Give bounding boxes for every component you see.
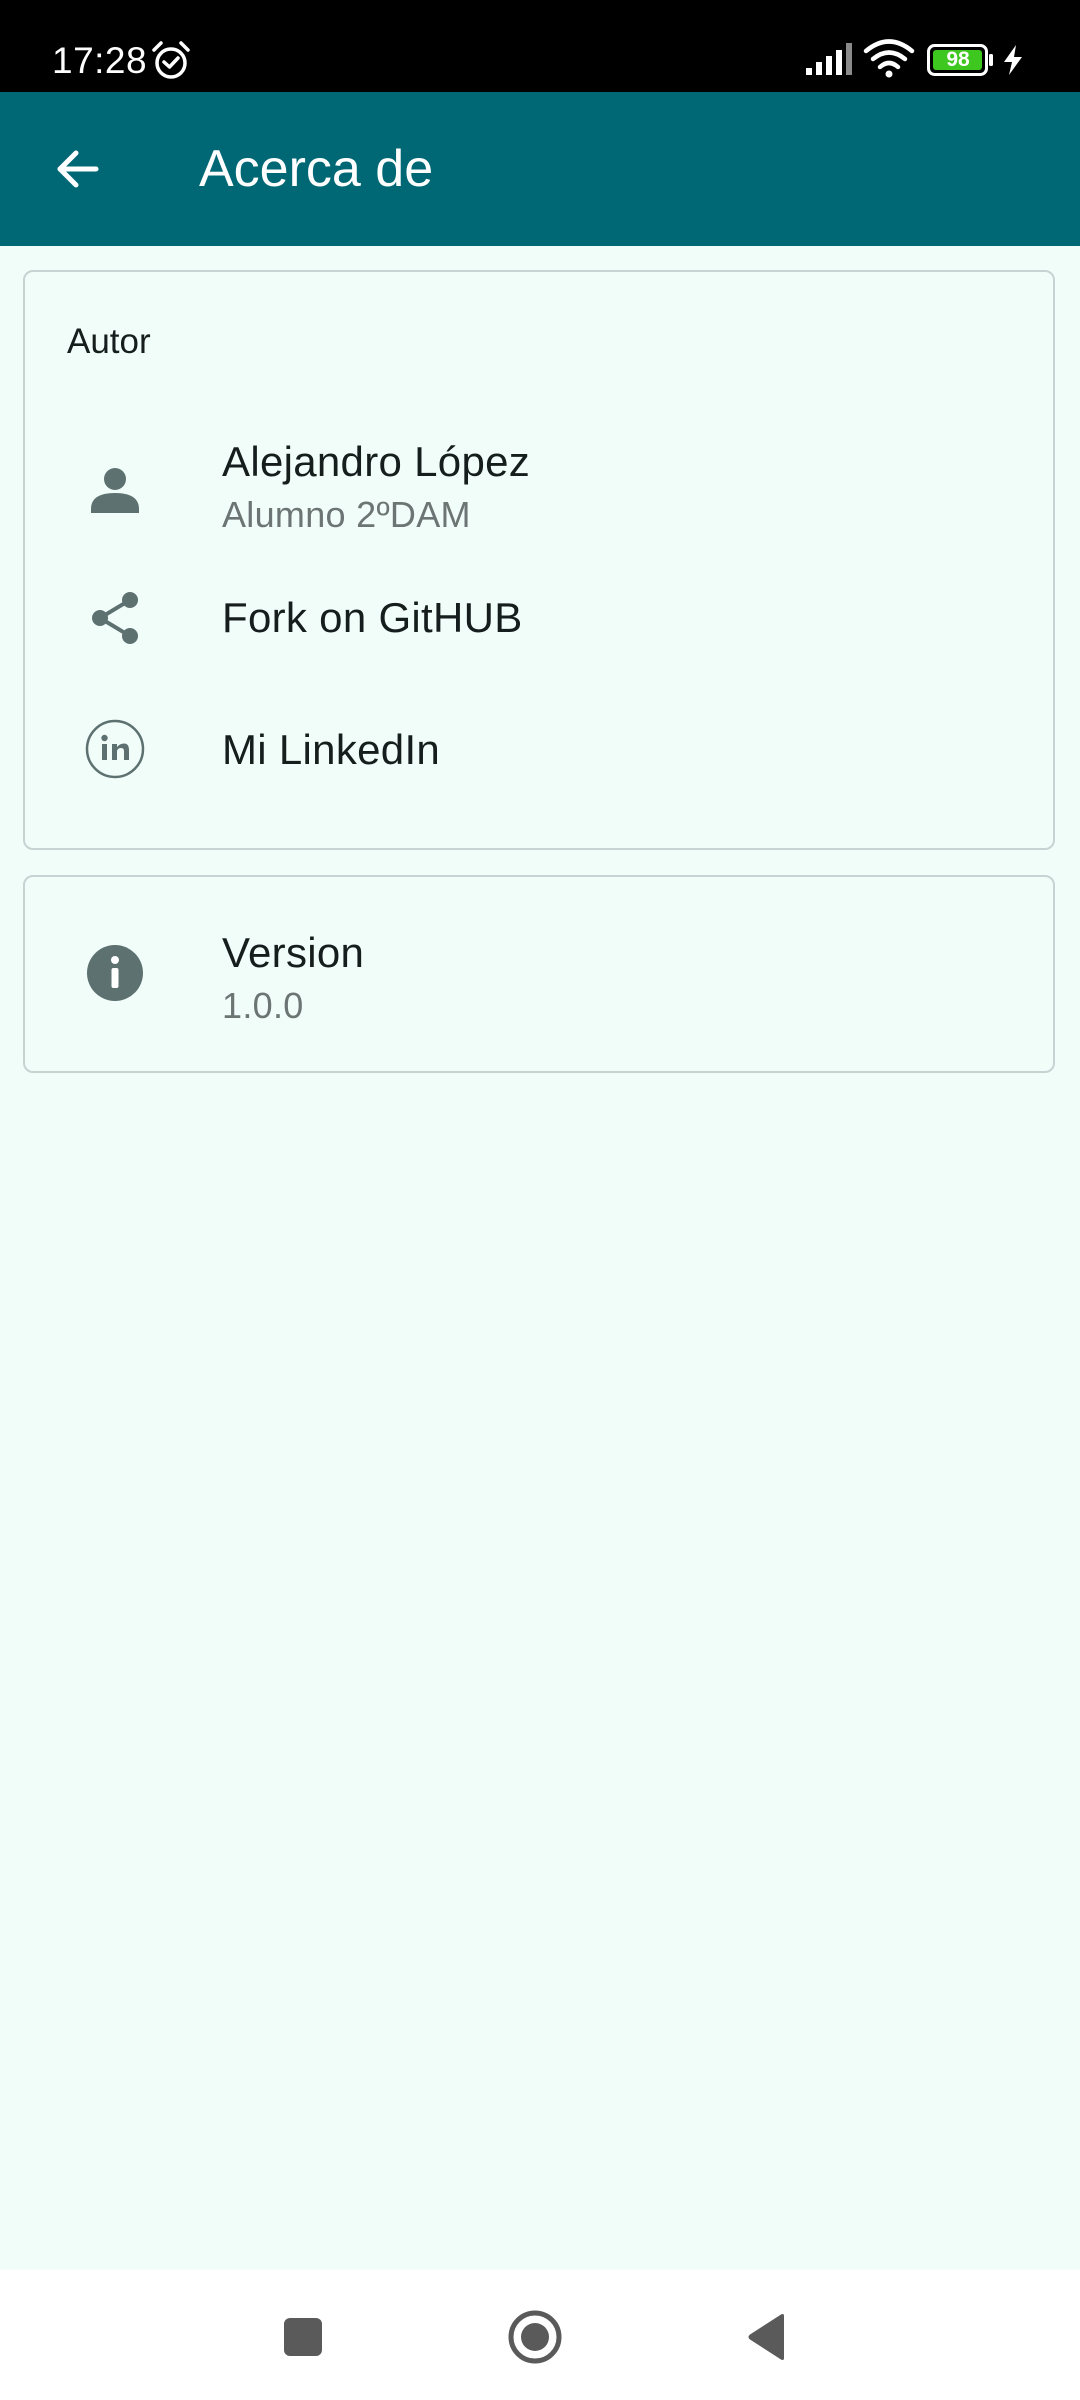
info-icon	[87, 945, 143, 1001]
linkedin-label: Mi LinkedIn	[222, 726, 441, 773]
back-button[interactable]	[28, 114, 128, 224]
author-role: Alumno 2ºDAM	[222, 494, 471, 535]
status-bar: 17:28 98	[0, 0, 1080, 92]
linkedin-icon	[85, 719, 145, 779]
author-name-row[interactable]: Alejandro López Alumno 2ºDAM	[25, 424, 1053, 554]
version-label: Version	[222, 929, 365, 976]
arrow-back-icon	[57, 150, 99, 188]
page-title: Acerca de	[199, 140, 434, 198]
wifi-icon	[863, 39, 915, 78]
author-card: Autor Alejandro López Alumno 2ºDAM Fork …	[23, 270, 1055, 850]
alarm-icon	[152, 41, 190, 79]
recents-button[interactable]	[258, 2292, 348, 2382]
github-fork-label: Fork on GitHUB	[222, 594, 523, 641]
version-row: Version 1.0.0	[25, 895, 1053, 1055]
version-value: 1.0.0	[222, 985, 304, 1026]
version-card: Version 1.0.0	[23, 875, 1055, 1073]
app-bar: Acerca de	[0, 92, 1080, 246]
status-time: 17:28	[52, 40, 148, 81]
author-card-header: Autor	[67, 322, 151, 361]
nav-back-button[interactable]	[722, 2292, 812, 2382]
back-triangle-icon	[748, 2314, 784, 2360]
navigation-bar	[0, 2270, 1080, 2400]
linkedin-row[interactable]: Mi LinkedIn	[25, 694, 1053, 804]
share-icon	[92, 592, 138, 644]
battery-level: 98	[946, 48, 970, 71]
github-fork-row[interactable]: Fork on GitHUB	[25, 564, 1053, 674]
author-name: Alejandro López	[222, 438, 531, 485]
recents-icon	[284, 2318, 322, 2356]
person-icon	[91, 468, 139, 513]
charging-icon	[1004, 45, 1022, 75]
signal-icon	[806, 43, 852, 75]
home-icon	[508, 2310, 562, 2364]
home-button[interactable]	[490, 2292, 580, 2382]
